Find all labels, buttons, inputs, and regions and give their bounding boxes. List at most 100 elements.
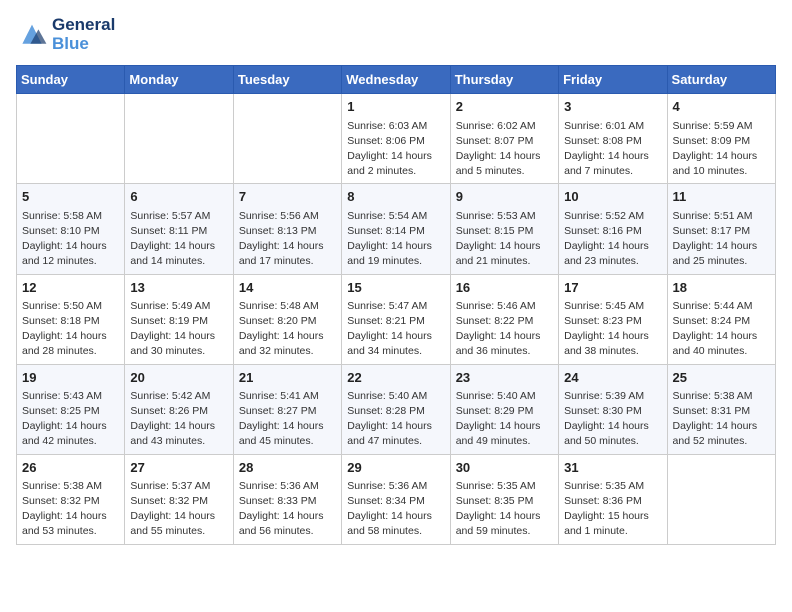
day-info: Sunrise: 5:40 AMSunset: 8:29 PMDaylight:… xyxy=(456,389,553,450)
weekday-header: Monday xyxy=(125,66,233,94)
calendar-day-cell: 17 Sunrise: 5:45 AMSunset: 8:23 PMDayligh… xyxy=(559,274,667,364)
day-number: 2 xyxy=(456,98,553,116)
calendar-day-cell: 3 Sunrise: 6:01 AMSunset: 8:08 PMDaylight… xyxy=(559,94,667,184)
day-number: 5 xyxy=(22,188,119,206)
day-number: 25 xyxy=(673,369,770,387)
calendar-day-cell: 16 Sunrise: 5:46 AMSunset: 8:22 PMDayligh… xyxy=(450,274,558,364)
calendar-day-cell: 24 Sunrise: 5:39 AMSunset: 8:30 PMDayligh… xyxy=(559,364,667,454)
day-info: Sunrise: 6:01 AMSunset: 8:08 PMDaylight:… xyxy=(564,119,661,180)
calendar-day-cell: 2Sunrise: 6:02 AMSunset: 8:07 PMDaylight… xyxy=(450,94,558,184)
day-number: 28 xyxy=(239,459,336,477)
day-number: 18 xyxy=(673,279,770,297)
day-number: 29 xyxy=(347,459,444,477)
calendar-day-cell: 18 Sunrise: 5:44 AMSunset: 8:24 PMDayligh… xyxy=(667,274,775,364)
calendar-day-cell: 23 Sunrise: 5:40 AMSunset: 8:29 PMDayligh… xyxy=(450,364,558,454)
calendar-day-cell: 26Sunrise: 5:38 AMSunset: 8:32 PMDayligh… xyxy=(17,454,125,544)
calendar-header-row: SundayMondayTuesdayWednesdayThursdayFrid… xyxy=(17,66,776,94)
day-info: Sunrise: 5:48 AMSunset: 8:20 PMDaylight:… xyxy=(239,299,336,360)
day-number: 3 xyxy=(564,98,661,116)
calendar-day-cell: 14 Sunrise: 5:48 AMSunset: 8:20 PMDayligh… xyxy=(233,274,341,364)
day-info: Sunrise: 5:59 AMSunset: 8:09 PMDaylight:… xyxy=(673,119,770,180)
day-info: Sunrise: 5:35 AMSunset: 8:35 PMDaylight:… xyxy=(456,479,553,540)
day-info: Sunrise: 5:57 AMSunset: 8:11 PMDaylight:… xyxy=(130,209,227,270)
day-number: 20 xyxy=(130,369,227,387)
day-number: 17 xyxy=(564,279,661,297)
day-number: 9 xyxy=(456,188,553,206)
day-info: Sunrise: 5:41 AMSunset: 8:27 PMDaylight:… xyxy=(239,389,336,450)
weekday-header: Tuesday xyxy=(233,66,341,94)
weekday-header: Wednesday xyxy=(342,66,450,94)
page-header: General Blue xyxy=(16,16,776,53)
calendar-day-cell: 4 Sunrise: 5:59 AMSunset: 8:09 PMDaylight… xyxy=(667,94,775,184)
day-number: 27 xyxy=(130,459,227,477)
calendar-day-cell: 11Sunrise: 5:51 AMSunset: 8:17 PMDayligh… xyxy=(667,184,775,274)
day-number: 12 xyxy=(22,279,119,297)
calendar-day-cell: 10 Sunrise: 5:52 AMSunset: 8:16 PMDayligh… xyxy=(559,184,667,274)
weekday-header: Saturday xyxy=(667,66,775,94)
calendar-day-cell: 8 Sunrise: 5:54 AMSunset: 8:14 PMDaylight… xyxy=(342,184,450,274)
day-number: 21 xyxy=(239,369,336,387)
calendar-week-row: 1 Sunrise: 6:03 AMSunset: 8:06 PMDaylight… xyxy=(17,94,776,184)
calendar-day-cell: 19 Sunrise: 5:43 AMSunset: 8:25 PMDayligh… xyxy=(17,364,125,454)
calendar-day-cell xyxy=(233,94,341,184)
day-info: Sunrise: 5:44 AMSunset: 8:24 PMDaylight:… xyxy=(673,299,770,360)
calendar-week-row: 5 Sunrise: 5:58 AMSunset: 8:10 PMDaylight… xyxy=(17,184,776,274)
day-number: 1 xyxy=(347,98,444,116)
day-number: 16 xyxy=(456,279,553,297)
day-number: 11 xyxy=(673,188,770,206)
logo-text: General Blue xyxy=(52,16,115,53)
logo: General Blue xyxy=(16,16,115,53)
calendar-day-cell: 21 Sunrise: 5:41 AMSunset: 8:27 PMDayligh… xyxy=(233,364,341,454)
day-info: Sunrise: 5:54 AMSunset: 8:14 PMDaylight:… xyxy=(347,209,444,270)
calendar-day-cell: 29Sunrise: 5:36 AMSunset: 8:34 PMDayligh… xyxy=(342,454,450,544)
day-number: 26 xyxy=(22,459,119,477)
logo-icon xyxy=(16,21,48,49)
day-info: Sunrise: 5:46 AMSunset: 8:22 PMDaylight:… xyxy=(456,299,553,360)
day-number: 4 xyxy=(673,98,770,116)
day-number: 23 xyxy=(456,369,553,387)
day-number: 13 xyxy=(130,279,227,297)
calendar-day-cell: 12Sunrise: 5:50 AMSunset: 8:18 PMDayligh… xyxy=(17,274,125,364)
calendar-table: SundayMondayTuesdayWednesdayThursdayFrid… xyxy=(16,65,776,544)
day-number: 14 xyxy=(239,279,336,297)
day-info: Sunrise: 5:49 AMSunset: 8:19 PMDaylight:… xyxy=(130,299,227,360)
calendar-day-cell: 13 Sunrise: 5:49 AMSunset: 8:19 PMDayligh… xyxy=(125,274,233,364)
day-info: Sunrise: 5:42 AMSunset: 8:26 PMDaylight:… xyxy=(130,389,227,450)
day-info: Sunrise: 5:56 AMSunset: 8:13 PMDaylight:… xyxy=(239,209,336,270)
calendar-day-cell: 20 Sunrise: 5:42 AMSunset: 8:26 PMDayligh… xyxy=(125,364,233,454)
day-info: Sunrise: 5:35 AMSunset: 8:36 PMDaylight:… xyxy=(564,479,661,540)
calendar-day-cell xyxy=(17,94,125,184)
calendar-day-cell: 6 Sunrise: 5:57 AMSunset: 8:11 PMDaylight… xyxy=(125,184,233,274)
calendar-day-cell: 15Sunrise: 5:47 AMSunset: 8:21 PMDayligh… xyxy=(342,274,450,364)
calendar-day-cell: 27Sunrise: 5:37 AMSunset: 8:32 PMDayligh… xyxy=(125,454,233,544)
calendar-day-cell: 22Sunrise: 5:40 AMSunset: 8:28 PMDayligh… xyxy=(342,364,450,454)
day-number: 24 xyxy=(564,369,661,387)
weekday-header: Thursday xyxy=(450,66,558,94)
day-info: Sunrise: 5:38 AMSunset: 8:31 PMDaylight:… xyxy=(673,389,770,450)
day-number: 30 xyxy=(456,459,553,477)
calendar-day-cell: 1 Sunrise: 6:03 AMSunset: 8:06 PMDaylight… xyxy=(342,94,450,184)
day-number: 31 xyxy=(564,459,661,477)
day-info: Sunrise: 5:52 AMSunset: 8:16 PMDaylight:… xyxy=(564,209,661,270)
calendar-week-row: 12Sunrise: 5:50 AMSunset: 8:18 PMDayligh… xyxy=(17,274,776,364)
calendar-day-cell xyxy=(667,454,775,544)
calendar-day-cell: 9Sunrise: 5:53 AMSunset: 8:15 PMDaylight… xyxy=(450,184,558,274)
day-number: 15 xyxy=(347,279,444,297)
calendar-day-cell: 7Sunrise: 5:56 AMSunset: 8:13 PMDaylight… xyxy=(233,184,341,274)
day-info: Sunrise: 5:58 AMSunset: 8:10 PMDaylight:… xyxy=(22,209,119,270)
day-number: 10 xyxy=(564,188,661,206)
day-number: 6 xyxy=(130,188,227,206)
calendar-day-cell: 5 Sunrise: 5:58 AMSunset: 8:10 PMDaylight… xyxy=(17,184,125,274)
day-info: Sunrise: 5:45 AMSunset: 8:23 PMDaylight:… xyxy=(564,299,661,360)
day-number: 8 xyxy=(347,188,444,206)
day-info: Sunrise: 5:43 AMSunset: 8:25 PMDaylight:… xyxy=(22,389,119,450)
day-info: Sunrise: 5:36 AMSunset: 8:33 PMDaylight:… xyxy=(239,479,336,540)
weekday-header: Sunday xyxy=(17,66,125,94)
day-number: 19 xyxy=(22,369,119,387)
calendar-day-cell xyxy=(125,94,233,184)
day-info: Sunrise: 5:39 AMSunset: 8:30 PMDaylight:… xyxy=(564,389,661,450)
calendar-week-row: 19 Sunrise: 5:43 AMSunset: 8:25 PMDayligh… xyxy=(17,364,776,454)
day-info: Sunrise: 6:03 AMSunset: 8:06 PMDaylight:… xyxy=(347,119,444,180)
calendar-week-row: 26Sunrise: 5:38 AMSunset: 8:32 PMDayligh… xyxy=(17,454,776,544)
day-number: 22 xyxy=(347,369,444,387)
